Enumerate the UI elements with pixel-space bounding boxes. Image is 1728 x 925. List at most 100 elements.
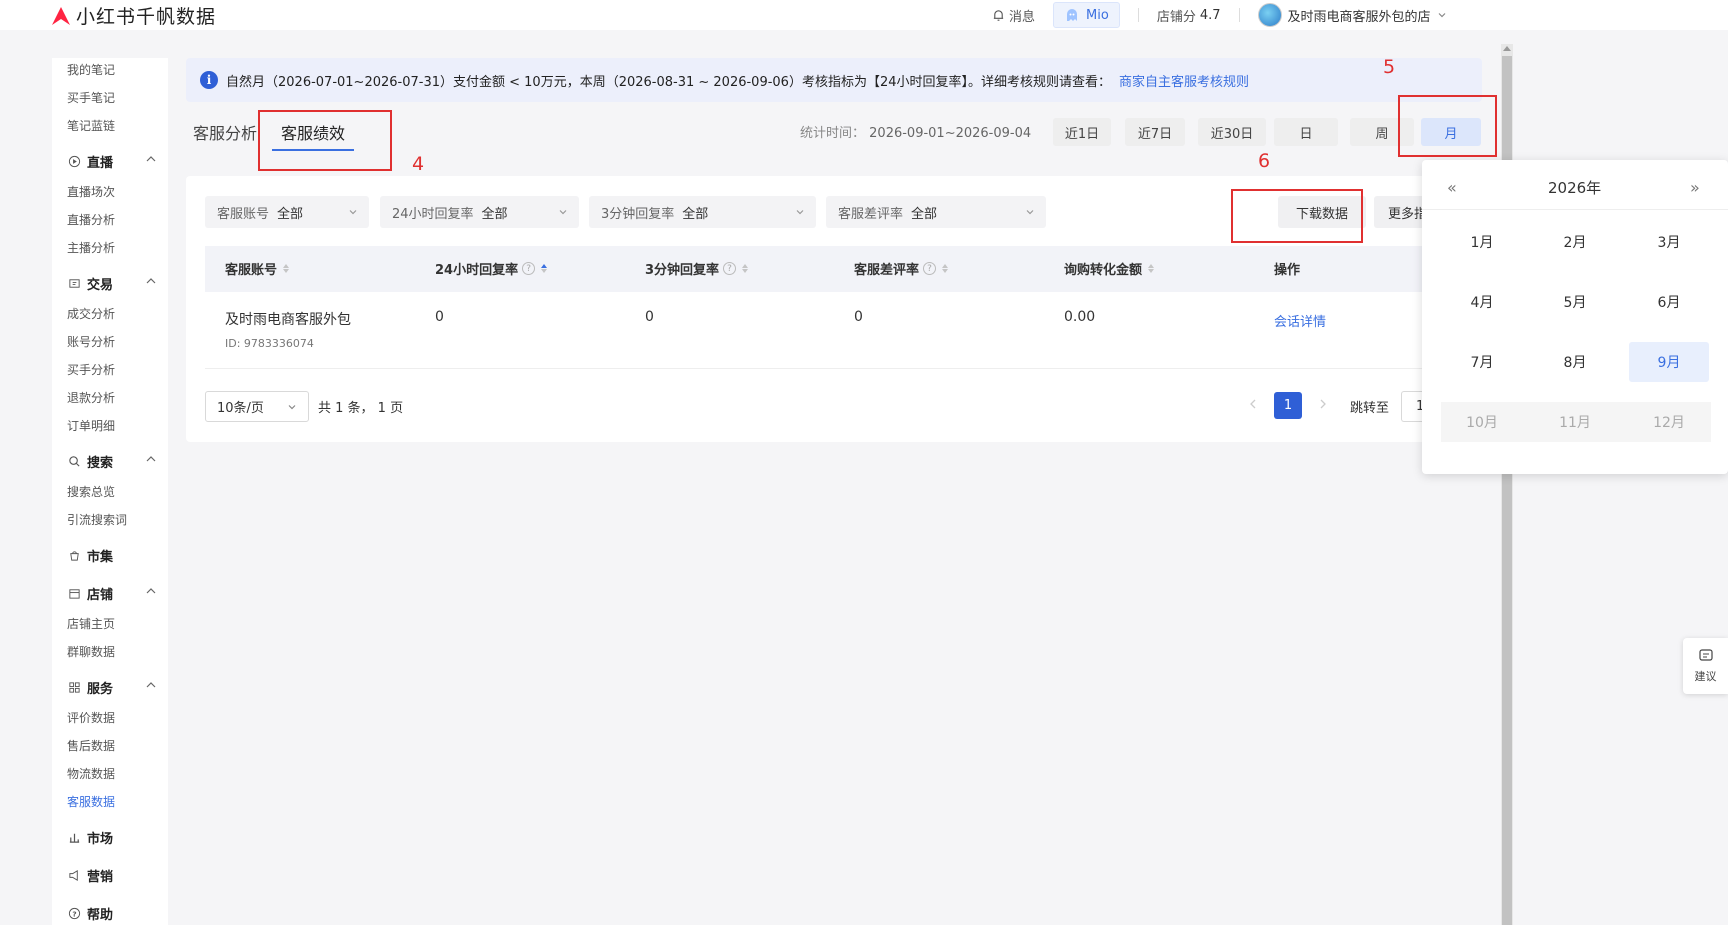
month-option-4[interactable]: 4月 — [1442, 282, 1522, 322]
filter-label: 客服账号 — [217, 206, 270, 222]
sidebar-group-help[interactable]: ? 帮助 — [67, 904, 157, 923]
sidebar-item-logistics-data[interactable]: 物流数据 — [67, 765, 115, 782]
sidebar-group-market-fair[interactable]: 市集 — [67, 546, 157, 565]
sidebar-item-search-overview[interactable]: 搜索总览 — [67, 483, 115, 500]
sidebar-item-deal-analysis[interactable]: 成交分析 — [67, 305, 115, 322]
help-icon[interactable]: ? — [923, 262, 937, 275]
column-inquiry-conversion[interactable]: 询购转化金额 — [1064, 259, 1155, 278]
sidebar-item-live-analysis[interactable]: 直播分析 — [67, 211, 115, 228]
month-option-8[interactable]: 8月 — [1535, 342, 1615, 382]
logo[interactable]: 小红书千帆数据 — [50, 2, 216, 29]
mio-button[interactable]: Mio — [1053, 2, 1120, 28]
month-option-3[interactable]: 3月 — [1629, 222, 1709, 262]
range-30d-button[interactable]: 近30日 — [1198, 118, 1266, 146]
month-option-12: 12月 — [1629, 402, 1709, 442]
column-label: 操作 — [1274, 263, 1301, 278]
scroll-up-arrow[interactable] — [1503, 46, 1511, 51]
column-24h-reply-rate[interactable]: 24小时回复率 ? — [435, 259, 548, 278]
pagination-total: 共 1 条， 1 页 — [318, 401, 404, 416]
sidebar-item-group-chat[interactable]: 群聊数据 — [67, 643, 115, 660]
range-day-button[interactable]: 日 — [1274, 118, 1338, 146]
sidebar-item-account-analysis[interactable]: 账号分析 — [67, 333, 115, 350]
sidebar-group-trade[interactable]: 交易 — [67, 274, 157, 293]
sidebar-group-label: 店铺 — [87, 588, 114, 603]
sort-icon — [283, 264, 290, 273]
chevron-up-icon — [146, 278, 156, 284]
score-value: 4.7 — [1199, 7, 1221, 23]
sidebar-item-buyer-analysis[interactable]: 买手分析 — [67, 361, 115, 378]
month-option-2[interactable]: 2月 — [1535, 222, 1615, 262]
next-year-icon[interactable]: » — [1690, 178, 1700, 197]
month-option-7[interactable]: 7月 — [1442, 342, 1522, 382]
month-option-9-selected[interactable]: 9月 — [1629, 342, 1709, 382]
sidebar-item-aftersale-data[interactable]: 售后数据 — [67, 737, 115, 754]
sidebar-item-review-data[interactable]: 评价数据 — [67, 709, 115, 726]
help-icon[interactable]: ? — [522, 262, 536, 275]
megaphone-icon — [67, 869, 81, 883]
sidebar-item-refund-analysis[interactable]: 退款分析 — [67, 389, 115, 406]
annotation-box-5 — [1398, 95, 1497, 157]
divider — [1137, 8, 1139, 22]
sidebar-item-buyer-notes[interactable]: 买手笔记 — [67, 89, 115, 106]
divider — [1238, 8, 1240, 22]
sort-icon — [742, 264, 749, 273]
chevron-left-icon[interactable] — [1246, 397, 1260, 411]
shop-menu[interactable]: 及时雨电商客服外包的店 — [1257, 3, 1447, 27]
month-option-5[interactable]: 5月 — [1535, 282, 1615, 322]
filter-bad-review-rate[interactable]: 客服差评率 全部 — [826, 196, 1046, 228]
shop-bag-icon — [67, 549, 81, 563]
page-size-select[interactable]: 10条/页 — [205, 391, 309, 422]
messages-button[interactable]: 消息 — [992, 6, 1035, 25]
column-bad-review-rate[interactable]: 客服差评率 ? — [854, 259, 949, 278]
search-icon — [67, 455, 81, 469]
column-3min-reply-rate[interactable]: 3分钟回复率 ? — [645, 259, 749, 278]
sidebar-group-marketing[interactable]: 营销 — [67, 866, 157, 885]
annotation-box-4 — [258, 110, 392, 171]
messages-label: 消息 — [1009, 9, 1036, 25]
info-icon: i — [200, 71, 218, 89]
sidebar-group-search[interactable]: 搜索 — [67, 452, 157, 471]
logo-text: 小红书千帆数据 — [76, 6, 217, 28]
picker-year[interactable]: 2026年 — [1548, 177, 1601, 198]
column-label: 24小时回复率 — [435, 263, 519, 278]
top-header: 小红书千帆数据 消息 Mio 店铺分 4.7 及时雨电商客服外包的店 — [0, 0, 1728, 30]
svg-text:?: ? — [72, 909, 76, 918]
tab-cs-analysis[interactable]: 客服分析 — [193, 120, 257, 144]
suggest-button[interactable]: 建议 — [1683, 638, 1728, 694]
sidebar-item-note-links[interactable]: 笔记蓝链 — [67, 117, 115, 134]
sidebar-group-market[interactable]: 市场 — [67, 828, 157, 847]
month-option-1[interactable]: 1月 — [1442, 222, 1522, 262]
page-number-current[interactable]: 1 — [1274, 392, 1302, 419]
filter-24h-reply-rate[interactable]: 24小时回复率 全部 — [380, 196, 579, 228]
column-label: 询购转化金额 — [1064, 263, 1143, 278]
chevron-right-icon[interactable] — [1316, 397, 1330, 411]
sidebar-item-host-analysis[interactable]: 主播分析 — [67, 239, 115, 256]
cell-24h-reply-rate: 0 — [435, 309, 444, 325]
sidebar-item-live-sessions[interactable]: 直播场次 — [67, 183, 115, 200]
suggest-label: 建议 — [1694, 670, 1717, 683]
filter-3min-reply-rate[interactable]: 3分钟回复率 全部 — [589, 196, 816, 228]
sidebar-item-store-home[interactable]: 店铺主页 — [67, 615, 115, 632]
session-details-link[interactable]: 会话详情 — [1274, 311, 1326, 330]
prev-year-icon[interactable]: « — [1447, 178, 1457, 197]
help-icon[interactable]: ? — [723, 262, 737, 275]
column-actions: 操作 — [1274, 259, 1300, 278]
sidebar-item-cs-data[interactable]: 客服数据 — [67, 793, 115, 810]
wallet-icon — [67, 277, 81, 291]
sidebar-item-order-details[interactable]: 订单明细 — [67, 417, 115, 434]
filter-cs-account[interactable]: 客服账号 全部 — [205, 196, 369, 228]
sidebar-item-search-terms[interactable]: 引流搜索词 — [67, 511, 127, 528]
range-7d-button[interactable]: 近7日 — [1125, 118, 1185, 146]
month-option-6[interactable]: 6月 — [1629, 282, 1709, 322]
shop-score[interactable]: 店铺分 4.7 — [1157, 6, 1221, 25]
sidebar-group-service[interactable]: 服务 — [67, 678, 157, 697]
column-cs-account[interactable]: 客服账号 — [225, 259, 290, 278]
sidebar-group-live[interactable]: 直播 — [67, 152, 157, 171]
chevron-down-icon — [1026, 210, 1034, 215]
stat-time-label: 统计时间： — [800, 126, 866, 141]
range-1d-button[interactable]: 近1日 — [1053, 118, 1111, 146]
month-option-10: 10月 — [1442, 402, 1522, 442]
sidebar-group-store[interactable]: 店铺 — [67, 584, 157, 603]
notice-rules-link[interactable]: 商家自主客服考核规则 — [1119, 71, 1249, 90]
sidebar-item-my-notes[interactable]: 我的笔记 — [67, 61, 115, 78]
